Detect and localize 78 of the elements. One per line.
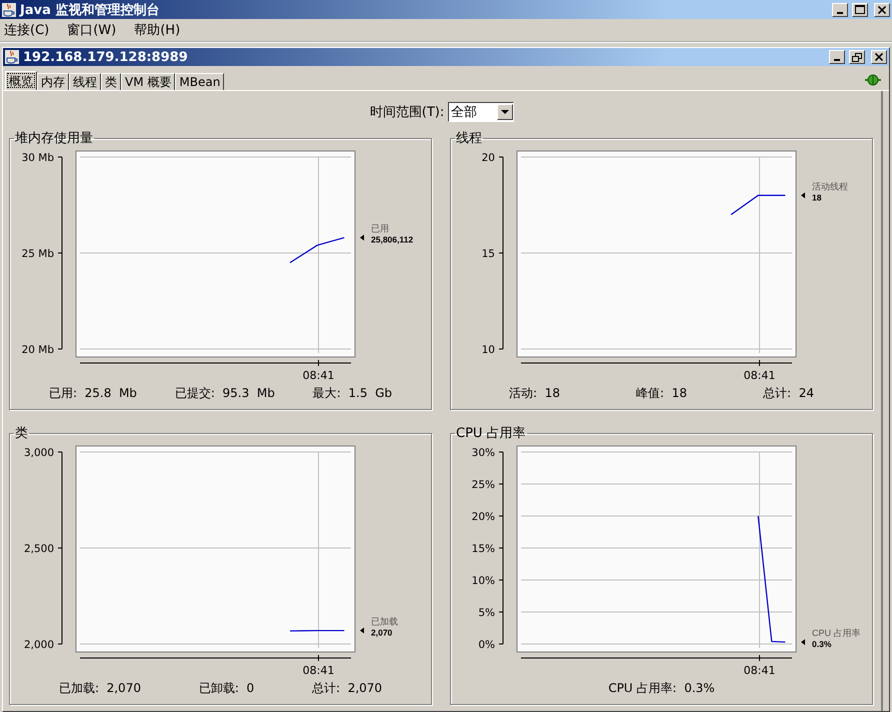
- data-line: [730, 194, 786, 216]
- menu-item[interactable]: 帮助(H): [134, 21, 180, 39]
- axis-label: 20: [482, 152, 495, 164]
- legend-label: 已用: [371, 224, 389, 234]
- pointer-icon: [801, 192, 805, 198]
- legend-value: 25,806,112: [371, 234, 414, 245]
- close-button[interactable]: [871, 50, 887, 64]
- axis-label: 20%: [472, 511, 495, 523]
- window-title: Java 监视和管理控制台: [20, 2, 160, 18]
- caret-icon: [501, 110, 510, 114]
- minimize-button[interactable]: [829, 50, 845, 64]
- axis-label: 30%: [472, 447, 495, 459]
- axis-label: 20 Mb: [22, 344, 54, 356]
- axis-label: 0%: [478, 639, 495, 651]
- axis-label: 5%: [478, 607, 495, 619]
- pointer-icon: [360, 628, 364, 634]
- legend-label: 活动线程: [812, 181, 848, 192]
- connected-plug-icon: [865, 74, 881, 86]
- close-icon: [875, 53, 883, 61]
- close-button[interactable]: [874, 2, 890, 16]
- time-range-dropdown[interactable]: 全部: [448, 102, 514, 122]
- minimize-button[interactable]: [832, 2, 848, 16]
- tab[interactable]: 类: [101, 73, 121, 90]
- frame-title: 192.168.179.128:8989: [23, 50, 189, 64]
- time-range-label: 时间范围(T):: [370, 104, 444, 121]
- axis-label: 2,500: [24, 543, 54, 555]
- minimize-icon: [837, 12, 843, 14]
- stat-text: 已加载: 2,070: [58, 680, 141, 697]
- panel-title: 线程: [455, 130, 483, 147]
- stat-text: 最大: 1.5 Gb: [312, 385, 392, 402]
- legend-value: 0.3%: [812, 639, 832, 650]
- tab[interactable]: 概览: [5, 71, 37, 90]
- restore-button[interactable]: [849, 50, 865, 64]
- stat-text: 活动: 18: [509, 385, 560, 402]
- maximize-icon: [855, 5, 865, 14]
- axis-label: 25%: [472, 479, 495, 491]
- stat-text: 已卸载: 0: [198, 680, 254, 697]
- cup-icon: [5, 50, 19, 64]
- minimize-icon: [834, 59, 840, 61]
- axis-label: 08:41: [744, 369, 776, 382]
- close-icon: [878, 6, 886, 14]
- axis-label: 15: [482, 248, 495, 260]
- stat-text: CPU 占用率: 0.3%: [608, 680, 715, 697]
- axis-label: 08:41: [302, 369, 334, 382]
- axis-label: 15%: [472, 543, 495, 555]
- axis-label: 3,000: [24, 447, 54, 459]
- axis-label: 08:41: [744, 664, 776, 677]
- panel-title: 堆内存使用量: [14, 130, 94, 147]
- stat-text: 总计: 24: [763, 385, 814, 402]
- legend-value: 2,070: [371, 628, 392, 638]
- stat-text: 已提交: 95.3 Mb: [174, 385, 275, 402]
- axis-label: 08:41: [302, 664, 334, 677]
- axis-label: 10%: [472, 575, 495, 587]
- tab[interactable]: VM 概要: [121, 73, 176, 90]
- pointer-icon: [360, 234, 364, 241]
- stat-text: 已用: 25.8 Mb: [48, 385, 137, 402]
- data-line: [290, 630, 344, 632]
- tab[interactable]: MBean: [175, 73, 224, 90]
- menu-item[interactable]: 连接(C): [4, 21, 50, 39]
- stat-text: 峰值: 18: [636, 385, 687, 402]
- axis-label: 30 Mb: [22, 152, 54, 164]
- tab[interactable]: 线程: [69, 73, 101, 90]
- maximize-button[interactable]: [852, 2, 868, 16]
- axis-label: 10: [482, 344, 495, 356]
- tab[interactable]: 内存: [37, 73, 69, 90]
- panel-title: CPU 占用率: [455, 425, 527, 442]
- data-line: [290, 237, 344, 264]
- cup-icon: [2, 2, 16, 16]
- axis-label: 25 Mb: [22, 248, 54, 260]
- panel-title: 类: [14, 425, 29, 442]
- axis-label: 2,000: [24, 639, 54, 651]
- restore-icon: [852, 52, 862, 62]
- legend-label: 已加载: [371, 616, 398, 627]
- legend-label: CPU 占用率: [812, 628, 861, 638]
- menu-item[interactable]: 窗口(W): [67, 21, 116, 39]
- pointer-icon: [801, 639, 805, 646]
- legend-value: 18: [812, 192, 822, 202]
- stat-text: 总计: 2,070: [312, 680, 382, 697]
